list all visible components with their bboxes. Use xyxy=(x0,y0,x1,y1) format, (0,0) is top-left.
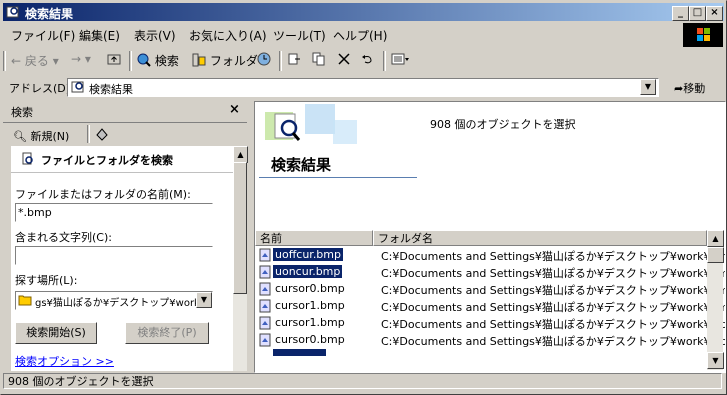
search-banner-graphic xyxy=(265,104,357,144)
table-row[interactable]: cursor0.bmp C:¥Documents and Settings¥猫山… xyxy=(255,332,725,349)
search-options-link[interactable]: 検索オプション >> xyxy=(15,353,114,369)
bitmap-file-icon xyxy=(259,248,271,262)
search-results-icon xyxy=(71,81,84,93)
look-in-select[interactable]: gs¥猫山ぽるか¥デスクトップ¥work ▼ xyxy=(15,291,213,310)
windows-flag-icon xyxy=(697,28,710,41)
delete-button[interactable] xyxy=(337,52,351,69)
standard-toolbar: ← 戻る ▾ → ▾ 検索 フォルダ xyxy=(3,49,724,73)
copy-to-button[interactable] xyxy=(312,52,326,69)
column-header-name[interactable]: 名前 xyxy=(255,230,373,246)
history-button[interactable] xyxy=(257,52,271,69)
undo-icon xyxy=(362,55,372,64)
address-value: 検索結果 xyxy=(89,83,133,96)
forward-arrow-icon: → ▾ xyxy=(71,52,91,66)
address-dropdown-button[interactable]: ▼ xyxy=(640,79,656,95)
containing-text-input[interactable] xyxy=(15,246,213,265)
address-input[interactable]: 検索結果 ▼ xyxy=(67,78,659,97)
bitmap-file-icon xyxy=(259,299,271,313)
pane-splitter[interactable] xyxy=(248,101,253,371)
folders-button[interactable]: フォルダ xyxy=(192,52,258,69)
filename-input[interactable]: *.bmp xyxy=(15,203,213,222)
table-row[interactable]: uoncur.bmp C:¥Documents and Settings¥猫山ぽ… xyxy=(255,264,725,281)
search-pane-header: 検索 × xyxy=(3,101,247,121)
menu-edit[interactable]: 編集(E) xyxy=(79,27,120,44)
column-header-folder[interactable]: フォルダ名 xyxy=(373,230,707,246)
forward-button[interactable]: → ▾ xyxy=(71,52,91,66)
look-in-value: gs¥猫山ぽるか¥デスクトップ¥work xyxy=(35,298,200,309)
bitmap-file-icon xyxy=(259,316,271,330)
results-pane: 検索結果 908 個のオブジェクトを選択 名前 フォルダ名 uoffcur.bm… xyxy=(254,101,726,373)
window-title: 検索結果 xyxy=(25,7,74,21)
search-assistant-button[interactable] xyxy=(95,127,109,144)
search-start-button[interactable]: 検索開始(S) xyxy=(15,322,97,344)
table-row[interactable]: uoffcur.bmp C:¥Documents and Settings¥猫山… xyxy=(255,247,725,264)
table-row[interactable]: cursor1.bmp C:¥Documents and Settings¥猫山… xyxy=(255,315,725,332)
results-scrollbar[interactable]: ▲ ▼ xyxy=(707,230,724,370)
address-bar: アドレス(D) 検索結果 ▼ ➦移動 xyxy=(3,75,724,99)
scroll-up-button[interactable]: ▲ xyxy=(233,146,248,163)
delete-icon xyxy=(338,53,350,65)
folders-icon xyxy=(192,53,206,67)
bitmap-file-icon xyxy=(259,265,271,279)
back-button[interactable]: ← 戻る ▾ xyxy=(11,52,59,69)
menu-favorites[interactable]: お気に入り(A) xyxy=(189,27,267,44)
title-bar[interactable]: 検索結果 _ □ × xyxy=(3,3,724,21)
address-label: アドレス(D) xyxy=(9,82,71,95)
filename-label: ファイルまたはフォルダの名前(M): xyxy=(15,188,191,201)
containing-text-label: 含まれる文字列(C): xyxy=(15,231,112,244)
maximize-button[interactable]: □ xyxy=(689,6,706,21)
results-scroll-thumb[interactable] xyxy=(707,247,724,263)
minimize-button[interactable]: _ xyxy=(672,6,689,21)
views-button[interactable] xyxy=(391,52,409,69)
file-search-icon xyxy=(22,152,33,165)
close-button[interactable]: × xyxy=(706,6,723,21)
up-folder-button[interactable] xyxy=(107,52,121,69)
status-bar: 908 個のオブジェクトを選択 xyxy=(3,373,724,391)
bitmap-file-icon xyxy=(259,282,271,296)
menu-bar: ファイル(F) 編集(E) 表示(V) お気に入り(A) ツール(T) ヘルプ(… xyxy=(3,23,683,45)
go-button[interactable]: ➦移動 xyxy=(674,80,705,96)
close-pane-icon[interactable]: × xyxy=(229,102,240,117)
look-in-label: 探す場所(L): xyxy=(15,274,78,287)
status-text: 908 個のオブジェクトを選択 xyxy=(3,373,722,389)
search-button[interactable]: 検索 xyxy=(137,52,179,69)
go-arrow-icon: ➦ xyxy=(674,82,684,95)
history-icon xyxy=(257,52,271,66)
look-in-dropdown-button[interactable]: ▼ xyxy=(196,292,212,308)
explorer-window: 検索結果 _ □ × ファイル(F) 編集(E) 表示(V) お気に入り(A) … xyxy=(0,0,727,395)
menu-view[interactable]: 表示(V) xyxy=(134,27,176,44)
new-search-icon: 🔍︎ xyxy=(13,130,27,143)
search-form: ファイルとフォルダを検索 ファイルまたはフォルダの名前(M): *.bmp 含ま… xyxy=(11,146,233,371)
results-banner-title: 検索結果 xyxy=(271,156,332,174)
up-folder-icon xyxy=(107,54,121,65)
undo-button[interactable] xyxy=(360,52,374,69)
search-heading: ファイルとフォルダを検索 xyxy=(41,154,173,167)
move-to-icon xyxy=(288,53,300,65)
move-to-button[interactable] xyxy=(287,52,301,69)
search-results-icon xyxy=(6,6,19,18)
menu-file[interactable]: ファイル(F) xyxy=(11,27,75,44)
table-row[interactable] xyxy=(255,349,707,357)
results-count-text: 908 個のオブジェクトを選択 xyxy=(430,118,576,131)
windows-logo xyxy=(683,23,723,47)
menu-tools[interactable]: ツール(T) xyxy=(273,27,326,44)
assistant-icon xyxy=(96,128,108,141)
search-stop-button[interactable]: 検索終了(P) xyxy=(125,322,209,344)
views-icon xyxy=(391,53,409,65)
search-pane-scrollbar[interactable]: ▲ xyxy=(233,146,248,371)
folder-icon xyxy=(18,295,32,306)
table-row[interactable]: cursor0.bmp C:¥Documents and Settings¥猫山… xyxy=(255,281,725,298)
table-row[interactable]: cursor1.bmp C:¥Documents and Settings¥猫山… xyxy=(255,298,725,315)
back-arrow-icon: ← xyxy=(11,54,25,68)
search-pane-title: 検索 xyxy=(11,106,33,119)
scroll-thumb[interactable] xyxy=(233,162,247,294)
copy-to-icon xyxy=(312,52,325,66)
menu-help[interactable]: ヘルプ(H) xyxy=(333,27,387,44)
search-globe-icon xyxy=(137,53,151,67)
new-search-button[interactable]: 🔍︎ 新規(N) xyxy=(13,128,69,144)
results-scroll-down-button[interactable]: ▼ xyxy=(707,352,724,369)
bitmap-file-icon xyxy=(259,333,271,347)
search-pane: 検索 × 🔍︎ 新規(N) ファイルとフォルダを検索 ファイルまたはフォルダの名… xyxy=(3,101,248,371)
results-scroll-up-button[interactable]: ▲ xyxy=(707,230,724,247)
